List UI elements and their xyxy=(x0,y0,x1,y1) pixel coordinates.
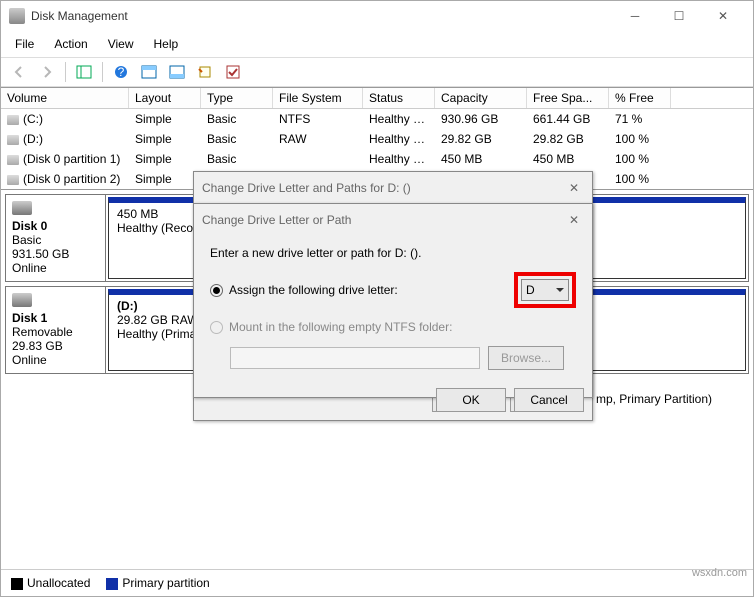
view-top-icon[interactable] xyxy=(137,61,161,83)
close-icon[interactable]: ✕ xyxy=(564,178,584,198)
col-free[interactable]: Free Spa... xyxy=(527,88,609,108)
panel-icon[interactable] xyxy=(72,61,96,83)
col-volume[interactable]: Volume xyxy=(1,88,129,108)
swatch-primary-icon xyxy=(106,578,118,590)
drive-letter-combo[interactable]: D xyxy=(521,279,569,301)
col-pct[interactable]: % Free xyxy=(609,88,671,108)
drive-icon xyxy=(7,135,19,145)
col-type[interactable]: Type xyxy=(201,88,273,108)
app-icon xyxy=(9,8,25,24)
dialog-title: Change Drive Letter and Paths for D: () xyxy=(202,181,564,195)
radio-label-mount: Mount in the following empty NTFS folder… xyxy=(229,320,452,334)
properties-icon[interactable] xyxy=(193,61,217,83)
dialog-prompt: Enter a new drive letter or path for D: … xyxy=(210,246,576,260)
drive-icon xyxy=(7,115,19,125)
dialog-title: Change Drive Letter or Path xyxy=(202,213,564,227)
close-button[interactable]: ✕ xyxy=(701,2,745,30)
table-row[interactable]: (D:)SimpleBasicRAWHealthy (P...29.82 GB2… xyxy=(1,129,753,149)
table-row[interactable]: (Disk 0 partition 1)SimpleBasicHealthy (… xyxy=(1,149,753,169)
radio-mount-folder[interactable] xyxy=(210,321,223,334)
minimize-button[interactable]: ─ xyxy=(613,2,657,30)
chevron-down-icon xyxy=(556,286,564,294)
ok-button[interactable]: OK xyxy=(436,388,506,412)
svg-text:?: ? xyxy=(118,65,125,79)
maximize-button[interactable]: ☐ xyxy=(657,2,701,30)
toolbar: ? xyxy=(1,57,753,87)
disk-icon xyxy=(12,293,32,307)
legend-primary: Primary partition xyxy=(106,576,209,590)
partition-trail-text: mp, Primary Partition) xyxy=(596,392,712,406)
close-icon[interactable]: ✕ xyxy=(564,210,584,230)
col-fs[interactable]: File System xyxy=(273,88,363,108)
col-layout[interactable]: Layout xyxy=(129,88,201,108)
drive-icon xyxy=(7,155,19,165)
change-letter-dialog[interactable]: Change Drive Letter or Path ✕ Enter a ne… xyxy=(193,203,593,398)
separator xyxy=(65,62,66,82)
help-icon[interactable]: ? xyxy=(109,61,133,83)
separator xyxy=(102,62,103,82)
watermark: wsxdn.com xyxy=(692,567,747,579)
legend: Unallocated Primary partition xyxy=(1,569,753,596)
radio-assign-letter[interactable] xyxy=(210,284,223,297)
disk-icon xyxy=(12,201,32,215)
titlebar[interactable]: Disk Management ─ ☐ ✕ xyxy=(1,1,753,31)
table-header[interactable]: Volume Layout Type File System Status Ca… xyxy=(1,88,753,109)
back-button xyxy=(7,61,31,83)
forward-button xyxy=(35,61,59,83)
highlight-box: D xyxy=(514,272,576,308)
table-row[interactable]: (C:)SimpleBasicNTFSHealthy (B...930.96 G… xyxy=(1,109,753,129)
cancel-button[interactable]: Cancel xyxy=(514,388,584,412)
check-icon[interactable] xyxy=(221,61,245,83)
menubar: File Action View Help xyxy=(1,31,753,57)
col-capacity[interactable]: Capacity xyxy=(435,88,527,108)
swatch-unallocated-icon xyxy=(11,578,23,590)
col-status[interactable]: Status xyxy=(363,88,435,108)
view-bottom-icon[interactable] xyxy=(165,61,189,83)
menu-action[interactable]: Action xyxy=(46,33,95,55)
menu-help[interactable]: Help xyxy=(146,33,187,55)
browse-button: Browse... xyxy=(488,346,564,370)
mount-path-input xyxy=(230,347,480,369)
radio-label-assign: Assign the following drive letter: xyxy=(229,283,508,297)
drive-icon xyxy=(7,175,19,185)
window-title: Disk Management xyxy=(31,9,613,23)
menu-view[interactable]: View xyxy=(100,33,142,55)
disk-management-window: Disk Management ─ ☐ ✕ File Action View H… xyxy=(0,0,754,597)
legend-unallocated: Unallocated xyxy=(11,576,90,590)
menu-file[interactable]: File xyxy=(7,33,42,55)
